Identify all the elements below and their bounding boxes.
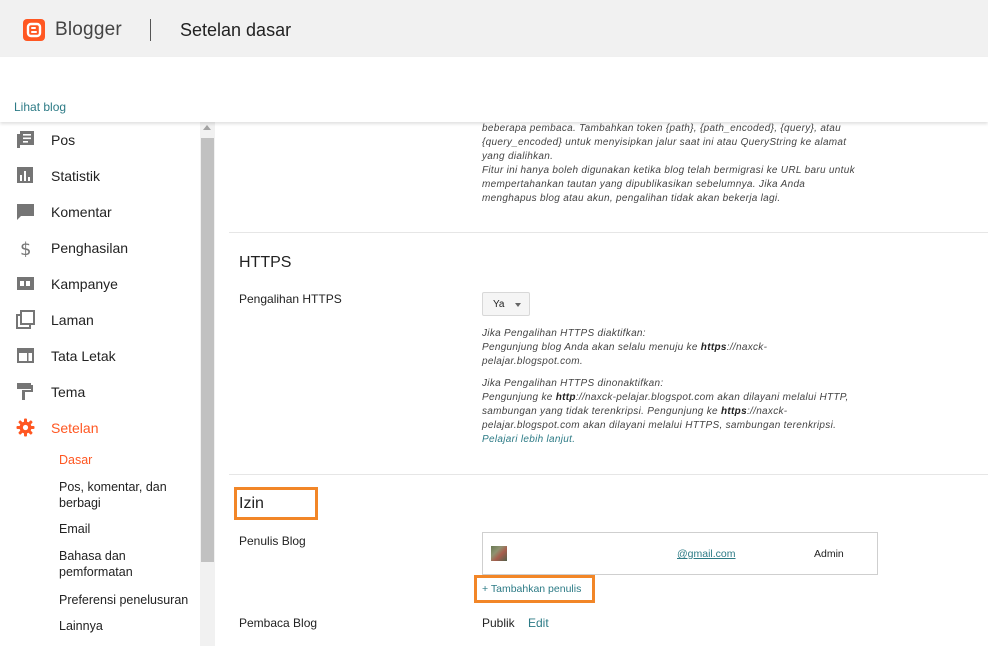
sidebar-subitem-search-preferences[interactable]: Preferensi penelusuran [59, 592, 199, 608]
help-line: sambungan yang tidak terenkripsi. Pengun… [482, 405, 902, 419]
author-email[interactable]: @gmail.com [677, 548, 736, 560]
stats-icon [17, 167, 33, 183]
blog-authors-label: Penulis Blog [239, 534, 306, 548]
sidebar: Pos Statistik Komentar $ Penghasilan Kam… [0, 122, 200, 646]
sidebar-item-posts[interactable]: Pos [0, 126, 200, 154]
help-line: Pengunjung ke http://naxck-pelajar.blogs… [482, 391, 902, 405]
https-redirect-label: Pengalihan HTTPS [239, 292, 342, 306]
sidebar-item-label: Penghasilan [51, 240, 129, 256]
help-text: sambungan yang tidak terenkripsi. Pengun… [482, 406, 721, 417]
sidebar-scrollbar[interactable] [200, 122, 215, 646]
sidebar-item-layout[interactable]: Tata Letak [0, 342, 200, 370]
view-blog-link[interactable]: Lihat blog [14, 100, 66, 114]
help-line: {query_encoded} untuk menyisipkan jalur … [482, 137, 847, 148]
sidebar-item-label: Tema [51, 384, 86, 400]
help-line: Fitur ini hanya boleh digunakan ketika b… [482, 165, 855, 176]
sidebar-subitem-basic[interactable]: Dasar [59, 452, 199, 468]
https-help-text: Jika Pengalihan HTTPS diaktifkan: Pengun… [482, 327, 902, 447]
gear-icon [16, 418, 35, 437]
sidebar-item-label: Kampanye [51, 276, 118, 292]
author-role[interactable]: Admin [814, 548, 844, 560]
section-divider [229, 232, 988, 233]
sidebar-item-earnings[interactable]: $ Penghasilan [0, 234, 200, 262]
select-value: Ya [493, 299, 505, 310]
help-text-bold: https [700, 342, 727, 353]
https-redirect-select[interactable]: Ya [482, 292, 530, 316]
sidebar-item-comments[interactable]: Komentar [0, 198, 200, 226]
brand-name[interactable]: Blogger [55, 19, 122, 41]
help-text: ://naxck- [746, 406, 788, 417]
scrollbar-thumb[interactable] [201, 138, 214, 562]
permissions-section-title: Izin [239, 495, 264, 512]
help-line: Jika Pengalihan HTTPS diaktifkan: [482, 328, 646, 339]
svg-text:$: $ [20, 239, 31, 257]
redirect-help-text: beberapa pembaca. Tambahkan token {path}… [482, 122, 902, 206]
blogger-logo-icon[interactable] [23, 19, 45, 41]
help-text: ://naxck- [726, 342, 768, 353]
help-line: pelajar.blogspot.com akan dilayani melal… [482, 420, 837, 431]
comment-icon [17, 204, 34, 220]
sidebar-item-label: Statistik [51, 168, 101, 184]
sidebar-item-label: Komentar [51, 204, 112, 220]
help-line: menghapus blog atau akun, pengalihan tid… [482, 193, 781, 204]
sidebar-item-campaigns[interactable]: Kampanye [0, 270, 200, 298]
help-line: Pengunjung blog Anda akan selalu menuju … [482, 341, 902, 355]
blog-readers-value: Publik [482, 616, 515, 630]
add-author-button[interactable]: + Tambahkan penulis [482, 583, 581, 595]
ad-icon [17, 277, 34, 290]
https-section-title: HTTPS [239, 254, 292, 271]
sidebar-item-pages[interactable]: Laman [0, 306, 200, 334]
sidebar-item-label: Setelan [51, 420, 99, 436]
top-bar: Lihat blog [0, 57, 988, 122]
sidebar-item-label: Pos [51, 132, 76, 148]
help-text-bold: http [555, 392, 576, 403]
header-divider [150, 19, 151, 41]
sidebar-item-label: Laman [51, 312, 94, 328]
posts-icon [17, 131, 34, 148]
section-divider [229, 474, 988, 475]
chevron-down-icon [515, 303, 521, 307]
page-title: Setelan dasar [180, 20, 292, 40]
help-line: Jika Pengalihan HTTPS dinonaktifkan: [482, 378, 664, 389]
authors-list: @gmail.com Admin [482, 532, 878, 575]
edit-readers-link[interactable]: Edit [528, 616, 549, 630]
blog-readers-label: Pembaca Blog [239, 616, 318, 630]
avatar [491, 546, 507, 561]
app-header: Blogger Setelan dasar [0, 0, 988, 57]
help-text: Pengunjung blog Anda akan selalu menuju … [482, 342, 701, 353]
paint-roller-icon [17, 383, 33, 400]
learn-more-link[interactable]: Pelajari lebih lanjut. [482, 433, 902, 447]
settings-content: beberapa pembaca. Tambahkan token {path}… [229, 122, 988, 646]
sidebar-item-stats[interactable]: Statistik [0, 162, 200, 190]
help-line: yang dialihkan. [482, 151, 554, 162]
dollar-icon: $ [20, 239, 31, 257]
sidebar-item-settings[interactable]: Setelan [0, 414, 200, 442]
layout-icon [17, 348, 34, 363]
help-text: Pengunjung ke [482, 392, 556, 403]
sidebar-subitem-email[interactable]: Email [59, 521, 199, 537]
help-line: beberapa pembaca. Tambahkan token {path}… [482, 123, 841, 134]
sidebar-item-label: Tata Letak [51, 348, 116, 364]
help-line: mempertahankan tautan yang dipublikasika… [482, 179, 806, 190]
scroll-up-arrow-icon[interactable] [203, 125, 211, 130]
sidebar-subitem-posts-comments-sharing[interactable]: Pos, komentar, dan berbagi [59, 479, 189, 511]
sidebar-subitem-language-formatting[interactable]: Bahasa dan pemformatan [59, 548, 169, 580]
sidebar-subitem-other[interactable]: Lainnya [59, 618, 199, 634]
help-line: pelajar.blogspot.com. [482, 356, 583, 367]
help-text-bold: https [721, 406, 747, 417]
sidebar-item-theme[interactable]: Tema [0, 378, 200, 406]
help-text: ://naxck-pelajar.blogspot.com akan dilay… [575, 392, 849, 403]
pages-icon [16, 310, 35, 329]
